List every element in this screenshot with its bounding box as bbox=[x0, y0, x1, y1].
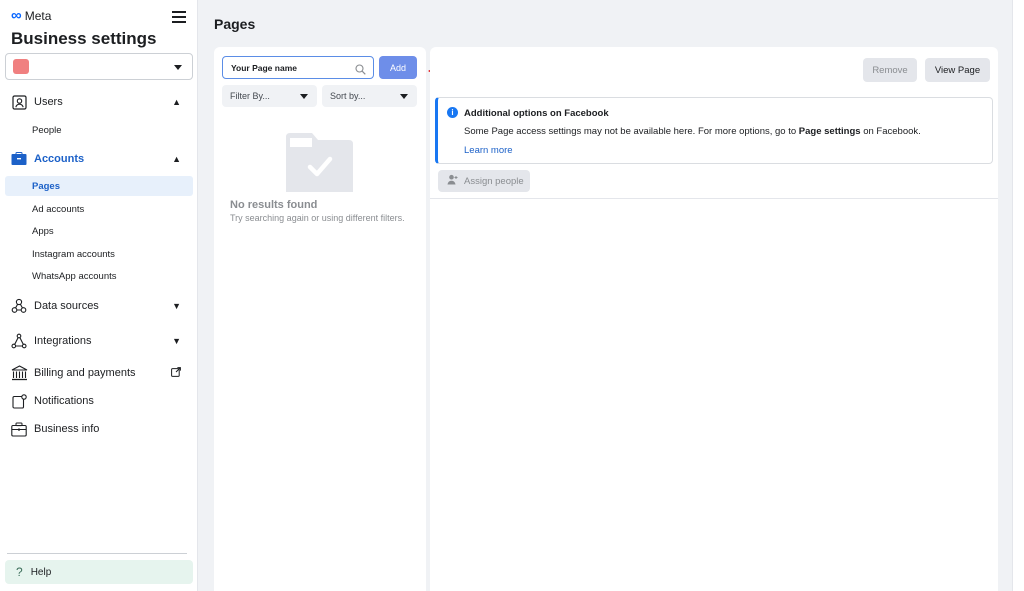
sidebar-item-users[interactable]: Users ▲ bbox=[5, 91, 193, 113]
empty-state-subtitle: Try searching again or using different f… bbox=[230, 213, 405, 223]
page-details-panel: Remove View Page i Additional options on… bbox=[430, 47, 998, 591]
help-button[interactable]: ? Help bbox=[5, 560, 193, 584]
add-button[interactable]: Add bbox=[379, 56, 417, 79]
sidebar-item-label: Billing and payments bbox=[34, 367, 136, 379]
bank-icon bbox=[10, 364, 28, 382]
learn-more-link[interactable]: Learn more bbox=[464, 145, 513, 156]
briefcase-icon bbox=[10, 150, 28, 168]
scrollbar-track[interactable] bbox=[1012, 0, 1024, 591]
data-sources-icon bbox=[10, 297, 28, 315]
sidebar-item-label: Users bbox=[34, 96, 63, 108]
assign-people-button[interactable]: Assign people bbox=[438, 170, 530, 192]
search-input[interactable] bbox=[231, 62, 351, 73]
caret-down-icon bbox=[400, 94, 408, 99]
remove-button[interactable]: Remove bbox=[863, 58, 917, 82]
pages-list-panel: Add Filter By... Sort by... No results f… bbox=[214, 47, 426, 591]
sort-by-label: Sort by... bbox=[330, 91, 366, 101]
sidebar-item-label: Notifications bbox=[34, 395, 94, 407]
sidebar-subitem-ad-accounts[interactable]: Ad accounts bbox=[5, 199, 193, 219]
sidebar-item-business-info[interactable]: Business info bbox=[5, 418, 193, 440]
caret-down-icon bbox=[174, 65, 182, 70]
main-content: Pages Add Filter By... Sort by... bbox=[198, 0, 1024, 591]
question-icon: ? bbox=[16, 565, 23, 579]
sidebar-item-label: Integrations bbox=[34, 335, 92, 347]
sidebar-item-notifications[interactable]: Notifications bbox=[5, 390, 193, 412]
info-icon: i bbox=[447, 107, 458, 118]
empty-folder-icon bbox=[286, 133, 353, 192]
page-heading-business-settings: Business settings bbox=[11, 29, 157, 48]
page-settings-text: Page settings bbox=[798, 126, 861, 137]
notice-body: Some Page access settings may not be ava… bbox=[464, 126, 921, 137]
sidebar-item-accounts[interactable]: Accounts ▲ bbox=[5, 148, 193, 170]
sidebar-item-integrations[interactable]: Integrations ▼ bbox=[5, 330, 193, 352]
sidebar-subitem-people[interactable]: People bbox=[5, 120, 193, 140]
chevron-up-icon: ▲ bbox=[172, 97, 181, 107]
chevron-down-icon: ▼ bbox=[172, 301, 181, 311]
filter-by-dropdown[interactable]: Filter By... bbox=[222, 85, 317, 107]
search-icon bbox=[355, 62, 366, 80]
view-page-button[interactable]: View Page bbox=[925, 58, 990, 82]
help-label: Help bbox=[30, 566, 52, 578]
app: ∞ Meta Business settings Users ▲ People … bbox=[0, 0, 1024, 591]
chevron-down-icon: ▼ bbox=[172, 336, 181, 346]
filter-by-label: Filter By... bbox=[230, 91, 270, 101]
external-link-icon bbox=[171, 367, 181, 379]
sidebar-subitem-pages[interactable]: Pages bbox=[5, 176, 193, 196]
business-selector[interactable] bbox=[5, 53, 193, 80]
facebook-options-notice: i Additional options on Facebook Some Pa… bbox=[435, 97, 993, 164]
sidebar: ∞ Meta Business settings Users ▲ People … bbox=[0, 0, 198, 591]
users-icon bbox=[10, 93, 28, 111]
sort-by-dropdown[interactable]: Sort by... bbox=[322, 85, 417, 107]
notifications-icon bbox=[10, 392, 28, 410]
business-info-icon bbox=[10, 420, 28, 438]
add-person-icon bbox=[447, 174, 458, 188]
sidebar-item-label: Business info bbox=[34, 423, 100, 435]
meta-infinity-icon: ∞ bbox=[11, 7, 22, 24]
notice-body-text: Some Page access settings may not be ava… bbox=[464, 126, 799, 137]
sidebar-item-billing-and-payments[interactable]: Billing and payments bbox=[5, 362, 193, 384]
meta-brand-text: Meta bbox=[24, 9, 52, 23]
integrations-icon bbox=[10, 332, 28, 350]
empty-state-title: No results found bbox=[230, 199, 318, 211]
sidebar-subitem-instagram-accounts[interactable]: Instagram accounts bbox=[5, 244, 193, 264]
sidebar-item-label: Data sources bbox=[34, 300, 99, 312]
hamburger-menu-icon[interactable] bbox=[172, 11, 186, 23]
page-title: Pages bbox=[214, 16, 256, 32]
chevron-up-icon: ▲ bbox=[172, 154, 181, 164]
help-divider bbox=[7, 553, 187, 554]
assign-people-label: Assign people bbox=[464, 175, 524, 187]
caret-down-icon bbox=[300, 94, 308, 99]
sidebar-item-data-sources[interactable]: Data sources ▼ bbox=[5, 295, 193, 317]
notice-title: Additional options on Facebook bbox=[464, 108, 609, 119]
sidebar-item-label: Accounts bbox=[34, 153, 85, 165]
sidebar-subitem-whatsapp-accounts[interactable]: WhatsApp accounts bbox=[5, 266, 193, 286]
sidebar-subitem-apps[interactable]: Apps bbox=[5, 221, 193, 241]
panel-divider bbox=[430, 198, 998, 199]
business-avatar-swatch bbox=[13, 59, 29, 74]
meta-logo[interactable]: ∞ Meta bbox=[11, 7, 52, 24]
search-field[interactable] bbox=[222, 56, 374, 79]
notice-body-suffix: on Facebook. bbox=[860, 126, 921, 137]
